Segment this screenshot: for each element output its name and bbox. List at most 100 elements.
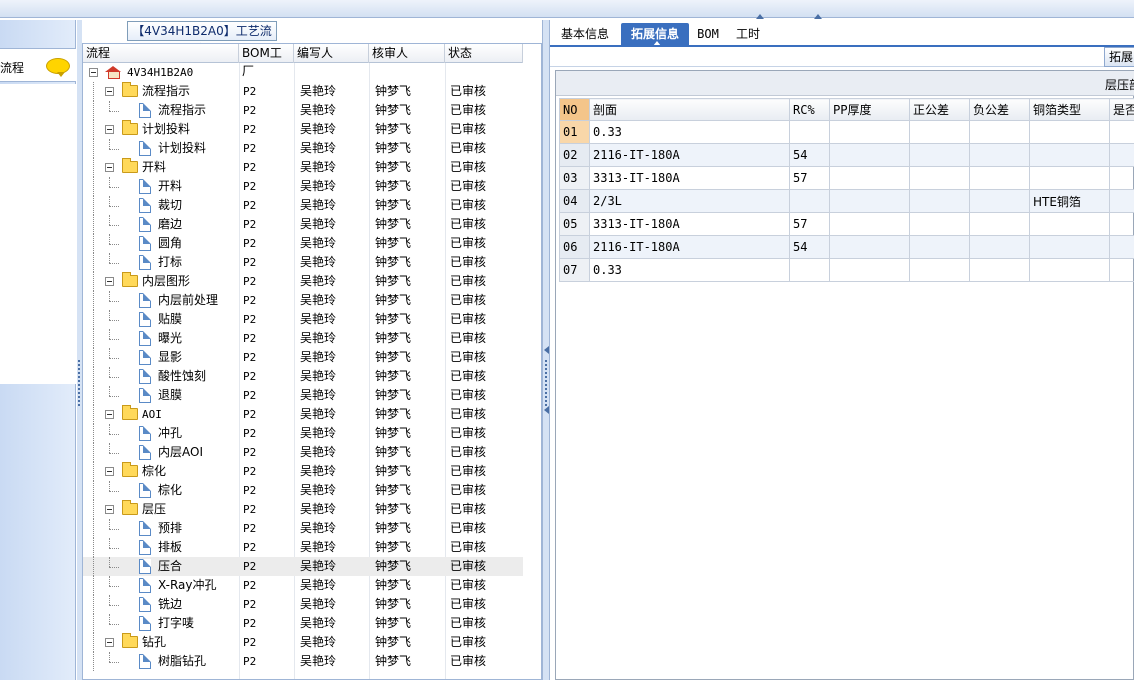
tree-row[interactable]: 曝光 P2 吴艳玲 钟梦飞 已审核	[83, 329, 523, 348]
collapse-toggle-icon[interactable]	[105, 277, 114, 286]
tree-row[interactable]: 压合 P2 吴艳玲 钟梦飞 已审核	[83, 557, 523, 576]
cell-whether[interactable]	[1109, 143, 1134, 167]
stackup-row[interactable]: 06 2116-IT-180A 54	[559, 235, 1134, 259]
cell-copper-type[interactable]	[1029, 212, 1110, 236]
stackup-row[interactable]: 05 3313-IT-180A 57	[559, 212, 1134, 236]
collapse-toggle-icon[interactable]	[105, 505, 114, 514]
cell-no[interactable]: 02	[559, 143, 590, 167]
cell-whether[interactable]	[1109, 166, 1134, 190]
tree-row[interactable]: 内层AOI P2 吴艳玲 钟梦飞 已审核	[83, 443, 523, 462]
cell-whether[interactable]	[1109, 235, 1134, 259]
tree-row[interactable]: 裁切 P2 吴艳玲 钟梦飞 已审核	[83, 196, 523, 215]
tree-row[interactable]: AOI P2 吴艳玲 钟梦飞 已审核	[83, 405, 523, 424]
cell-whether[interactable]	[1109, 212, 1134, 236]
cell-positive-tolerance[interactable]	[909, 166, 970, 190]
collapse-toggle-icon[interactable]	[105, 125, 114, 134]
collapse-toggle-icon[interactable]	[105, 163, 114, 172]
tree-row[interactable]: 内层图形 P2 吴艳玲 钟梦飞 已审核	[83, 272, 523, 291]
tree-row[interactable]: 内层前处理 P2 吴艳玲 钟梦飞 已审核	[83, 291, 523, 310]
tree-row[interactable]: 排板 P2 吴艳玲 钟梦飞 已审核	[83, 538, 523, 557]
cell-copper-type[interactable]	[1029, 235, 1110, 259]
cell-negative-tolerance[interactable]	[969, 166, 1030, 190]
col-header-whether[interactable]: 是否	[1109, 98, 1134, 121]
tree-row[interactable]: 开料 P2 吴艳玲 钟梦飞 已审核	[83, 158, 523, 177]
cell-copper-type[interactable]	[1029, 166, 1110, 190]
stackup-row[interactable]: 07 0.33	[559, 258, 1134, 282]
splitter-grip[interactable]	[78, 360, 81, 408]
tree-row[interactable]: 酸性蚀刻 P2 吴艳玲 钟梦飞 已审核	[83, 367, 523, 386]
tree-row[interactable]: 磨边 P2 吴艳玲 钟梦飞 已审核	[83, 215, 523, 234]
tab-work-hours[interactable]: 工时	[730, 23, 766, 45]
cell-section[interactable]: 2116-IT-180A	[589, 143, 790, 167]
tree-row[interactable]: 棕化 P2 吴艳玲 钟梦飞 已审核	[83, 462, 523, 481]
col-header-writer[interactable]: 编写人	[294, 44, 369, 63]
cell-positive-tolerance[interactable]	[909, 143, 970, 167]
tree-row[interactable]: 贴膜 P2 吴艳玲 钟梦飞 已审核	[83, 310, 523, 329]
cell-pp-thickness[interactable]	[829, 120, 910, 144]
cell-section[interactable]: 2/3L	[589, 189, 790, 213]
tree-row[interactable]: 圆角 P2 吴艳玲 钟梦飞 已审核	[83, 234, 523, 253]
tree-row[interactable]: 显影 P2 吴艳玲 钟梦飞 已审核	[83, 348, 523, 367]
stackup-row[interactable]: 02 2116-IT-180A 54	[559, 143, 1134, 167]
tree-row[interactable]: 4V34H1B2A0	[83, 63, 523, 82]
col-header-section[interactable]: 剖面	[589, 98, 790, 121]
tree-row[interactable]: 树脂钻孔 P2 吴艳玲 钟梦飞 已审核	[83, 652, 523, 671]
col-header-positive-tolerance[interactable]: 正公差	[909, 98, 970, 121]
cell-no[interactable]: 01	[559, 120, 590, 144]
collapse-toggle-icon[interactable]	[105, 467, 114, 476]
cell-positive-tolerance[interactable]	[909, 189, 970, 213]
cell-no[interactable]: 07	[559, 258, 590, 282]
cell-whether[interactable]	[1109, 120, 1134, 144]
tree-row[interactable]: 流程指示 P2 吴艳玲 钟梦飞 已审核	[83, 82, 523, 101]
cell-negative-tolerance[interactable]	[969, 120, 1030, 144]
tab-bom[interactable]: BOM	[693, 23, 723, 45]
col-header-bom-factory[interactable]: BOM工厂	[239, 44, 294, 78]
col-header-copper-type[interactable]: 铜箔类型	[1029, 98, 1110, 121]
cell-copper-type[interactable]: HTE铜箔	[1029, 189, 1110, 213]
col-header-process[interactable]: 流程	[83, 44, 239, 63]
cell-rc[interactable]	[789, 189, 830, 213]
cell-copper-type[interactable]	[1029, 120, 1110, 144]
cell-no[interactable]: 03	[559, 166, 590, 190]
cell-negative-tolerance[interactable]	[969, 212, 1030, 236]
stackup-row[interactable]: 03 3313-IT-180A 57	[559, 166, 1134, 190]
tree-row[interactable]: 打标 P2 吴艳玲 钟梦飞 已审核	[83, 253, 523, 272]
cell-rc[interactable]: 57	[789, 212, 830, 236]
cell-negative-tolerance[interactable]	[969, 258, 1030, 282]
cell-no[interactable]: 05	[559, 212, 590, 236]
collapse-toggle-icon[interactable]	[105, 87, 114, 96]
tree-row[interactable]: 开料 P2 吴艳玲 钟梦飞 已审核	[83, 177, 523, 196]
cell-copper-type[interactable]	[1029, 258, 1110, 282]
splitter-grip[interactable]	[545, 360, 548, 408]
cell-negative-tolerance[interactable]	[969, 143, 1030, 167]
cell-negative-tolerance[interactable]	[969, 235, 1030, 259]
cell-section[interactable]: 3313-IT-180A	[589, 166, 790, 190]
cell-copper-type[interactable]	[1029, 143, 1110, 167]
collapse-left-icon[interactable]	[544, 406, 549, 414]
col-header-no[interactable]: NO	[559, 98, 590, 121]
cell-positive-tolerance[interactable]	[909, 212, 970, 236]
tree-row[interactable]: 钻孔 P2 吴艳玲 钟梦飞 已审核	[83, 633, 523, 652]
process-flow-title-tab[interactable]: 【4V34H1B2A0】工艺流程	[127, 21, 277, 56]
cell-whether[interactable]	[1109, 258, 1134, 282]
collapse-up-icon[interactable]	[814, 14, 822, 19]
collapse-toggle-icon[interactable]	[89, 68, 98, 77]
tree-row[interactable]: 流程指示 P2 吴艳玲 钟梦飞 已审核	[83, 101, 523, 120]
tree-row[interactable]: X-Ray冲孔 P2 吴艳玲 钟梦飞 已审核	[83, 576, 523, 595]
cell-section[interactable]: 0.33	[589, 120, 790, 144]
middle-splitter[interactable]	[542, 20, 550, 680]
tree-row[interactable]: 层压 P2 吴艳玲 钟梦飞 已审核	[83, 500, 523, 519]
tree-row[interactable]: 计划投料 P2 吴艳玲 钟梦飞 已审核	[83, 139, 523, 158]
collapse-toggle-icon[interactable]	[105, 638, 114, 647]
cell-positive-tolerance[interactable]	[909, 258, 970, 282]
cell-rc[interactable]	[789, 120, 830, 144]
cell-section[interactable]: 0.33	[589, 258, 790, 282]
cell-whether[interactable]	[1109, 189, 1134, 213]
col-header-reviewer[interactable]: 核审人	[369, 44, 445, 63]
cell-pp-thickness[interactable]	[829, 143, 910, 167]
collapse-toggle-icon[interactable]	[105, 410, 114, 419]
tab-basic-info[interactable]: 基本信息	[554, 23, 616, 45]
tree-row[interactable]: 打字唛 P2 吴艳玲 钟梦飞 已审核	[83, 614, 523, 633]
cell-pp-thickness[interactable]	[829, 166, 910, 190]
col-header-pp-thickness[interactable]: PP厚度	[829, 98, 910, 121]
